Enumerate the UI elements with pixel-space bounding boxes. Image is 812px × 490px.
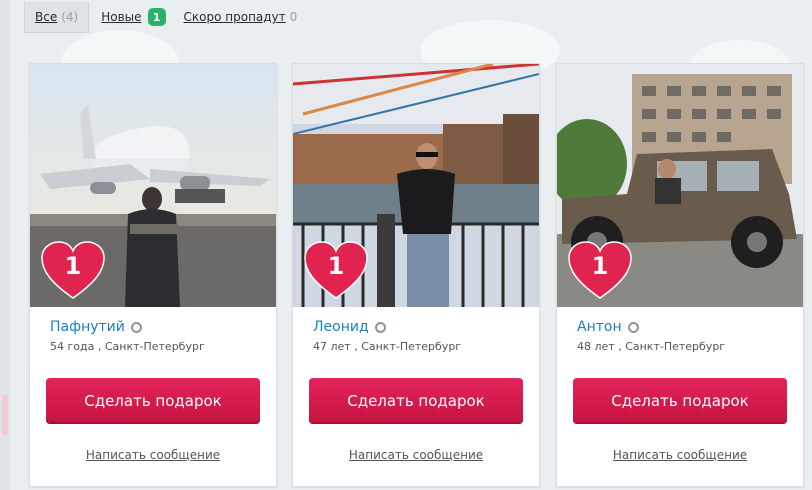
offline-status-icon	[374, 321, 386, 333]
airplane-photo[interactable]: 1	[30, 64, 276, 307]
offline-status-icon	[130, 321, 142, 333]
heart-count: 1	[591, 252, 609, 280]
tab-new[interactable]: Новые 1	[101, 8, 166, 26]
profile-age-city: 48 лет , Санкт-Петербург	[577, 340, 726, 353]
tab-expiring-count: 0	[289, 10, 298, 24]
make-gift-button[interactable]: Сделать подарок	[309, 378, 523, 424]
make-gift-button[interactable]: Сделать подарок	[573, 378, 787, 424]
heart-count: 1	[327, 252, 345, 280]
profile-age-city: 54 года , Санкт-Петербург	[50, 340, 205, 353]
profile-age-city: 47 лет , Санкт-Петербург	[313, 340, 462, 353]
profile-card: 1 Пафнутий 54 года , Санкт-Петербург Сде…	[29, 63, 277, 487]
tab-all[interactable]: Все (4)	[24, 1, 90, 33]
filter-tabs: Все (4) Новые 1 Скоро пропадут 0	[24, 0, 315, 34]
profile-name-link[interactable]: Антон	[577, 319, 622, 335]
offline-status-icon	[627, 321, 639, 333]
heart-count: 1	[64, 252, 82, 280]
profile-card: 1 Леонид 47 лет , Санкт-Петербург Сделат…	[292, 63, 540, 487]
write-message-link[interactable]: Написать сообщение	[293, 448, 539, 462]
profile-name-link[interactable]: Пафнутий	[50, 319, 125, 335]
profile-card: 1 Антон 48 лет , Санкт-Петербург Сделать…	[556, 63, 804, 487]
profile-name-link[interactable]: Леонид	[313, 319, 369, 335]
fence-photo[interactable]: 1	[293, 64, 539, 307]
jeep-photo[interactable]: 1	[557, 64, 803, 307]
write-message-link[interactable]: Написать сообщение	[30, 448, 276, 462]
tab-expiring[interactable]: Скоро пропадут 0	[184, 10, 298, 24]
tab-all-count: (4)	[61, 9, 79, 24]
tab-all-label[interactable]: Все	[35, 10, 57, 24]
left-edge-bar	[0, 0, 10, 490]
tab-new-label[interactable]: Новые	[101, 10, 141, 24]
make-gift-button[interactable]: Сделать подарок	[46, 378, 260, 424]
write-message-link[interactable]: Написать сообщение	[557, 448, 803, 462]
new-count-badge: 1	[147, 8, 166, 26]
tab-expiring-label[interactable]: Скоро пропадут	[184, 10, 286, 24]
